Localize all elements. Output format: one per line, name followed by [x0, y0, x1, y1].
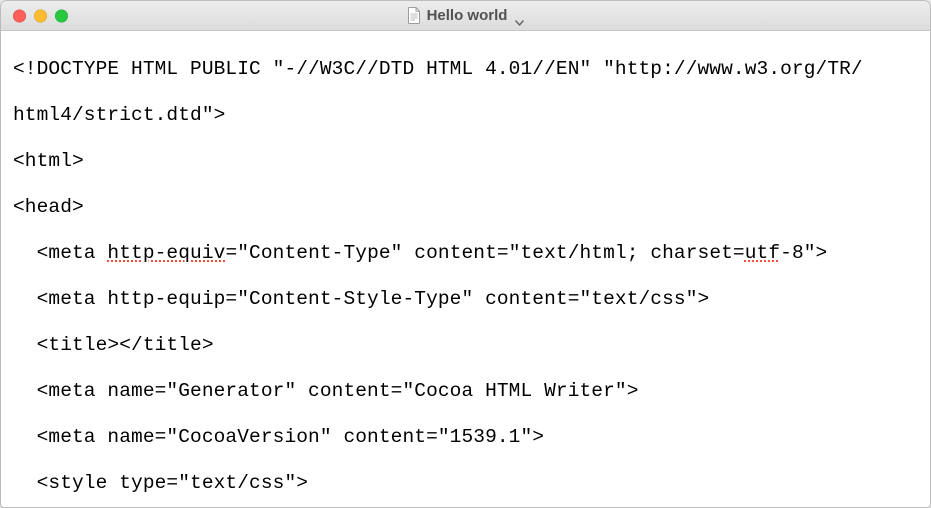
code-line: <meta name="Generator" content="Cocoa HT… — [13, 380, 922, 403]
app-window: Hello world <!DOCTYPE HTML PUBLIC "-//W3… — [0, 0, 931, 508]
zoom-button[interactable] — [55, 9, 68, 22]
code-line: <style type="text/css"> — [13, 472, 922, 495]
close-button[interactable] — [13, 9, 26, 22]
code-line: <meta http-equiv="Content-Type" content=… — [13, 242, 922, 265]
spelling-underline: http-equiv — [107, 242, 225, 264]
document-text-area[interactable]: <!DOCTYPE HTML PUBLIC "-//W3C//DTD HTML … — [1, 31, 930, 507]
window-title-group[interactable]: Hello world — [407, 7, 525, 24]
document-icon — [407, 7, 421, 24]
code-line: <!DOCTYPE HTML PUBLIC "-//W3C//DTD HTML … — [13, 58, 922, 81]
window-titlebar[interactable]: Hello world — [1, 1, 930, 31]
spelling-underline: utf — [745, 242, 780, 264]
code-line: <html> — [13, 150, 922, 173]
minimize-button[interactable] — [34, 9, 47, 22]
code-line: <meta http-equip="Content-Style-Type" co… — [13, 288, 922, 311]
chevron-down-icon[interactable] — [515, 13, 524, 19]
window-title: Hello world — [427, 7, 508, 24]
code-line: html4/strict.dtd"> — [13, 104, 922, 127]
code-line: <head> — [13, 196, 922, 219]
code-line: <meta name="CocoaVersion" content="1539.… — [13, 426, 922, 449]
code-line: <title></title> — [13, 334, 922, 357]
traffic-lights — [13, 9, 68, 22]
